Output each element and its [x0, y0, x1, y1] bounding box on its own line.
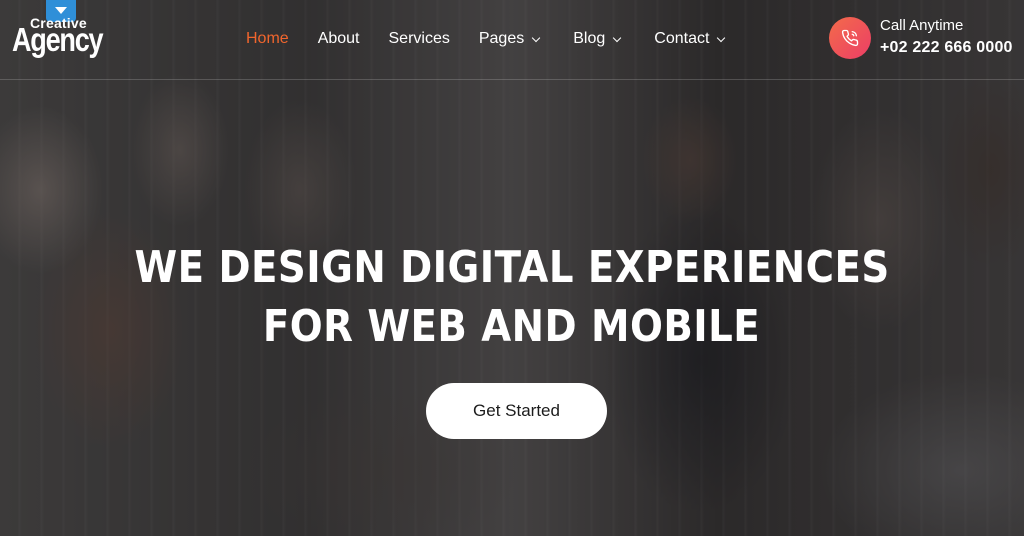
hero-title-line-2: FOR WEB AND MOBILE	[263, 301, 761, 352]
logo-main-text: Agency	[12, 21, 104, 58]
nav-item-about[interactable]: About	[318, 28, 360, 50]
nav-item-label: Contact	[654, 30, 710, 47]
nav-item-label: Home	[246, 30, 289, 47]
hero-title-line-1: WE DESIGN DIGITAL EXPERIENCES	[134, 242, 890, 293]
nav-item-home[interactable]: Home	[246, 28, 289, 50]
nav-item-contact[interactable]: Contact	[654, 28, 726, 50]
nav-item-label: Services	[388, 30, 450, 47]
chevron-down-icon	[613, 33, 622, 42]
nav-item-label: Pages	[478, 30, 525, 47]
get-started-button[interactable]: Get Started	[426, 383, 607, 439]
nav-item-label: Blog	[573, 30, 606, 47]
chevron-down-icon	[717, 33, 726, 42]
nav-item-services[interactable]: Services	[389, 28, 450, 50]
call-anytime[interactable]: Call Anytime +02 222 666 0000	[829, 17, 1024, 59]
site-header: Creative Agency Home About Services Page…	[0, 0, 1024, 80]
phone-number[interactable]: +02 222 666 0000	[880, 38, 1013, 58]
nav-item-pages[interactable]: Pages	[478, 28, 541, 50]
nav-item-blog[interactable]: Blog	[573, 28, 622, 50]
main-nav: Home About Services Pages Blog Contact	[246, 28, 726, 50]
nav-item-label: About	[317, 30, 360, 47]
chevron-down-icon	[531, 33, 541, 42]
hero-title: WE DESIGN DIGITAL EXPERIENCES FOR WEB AN…	[0, 238, 1024, 356]
logo[interactable]: Creative Agency	[12, 0, 104, 60]
call-label: Call Anytime	[880, 17, 964, 34]
phone-icon	[829, 17, 871, 59]
